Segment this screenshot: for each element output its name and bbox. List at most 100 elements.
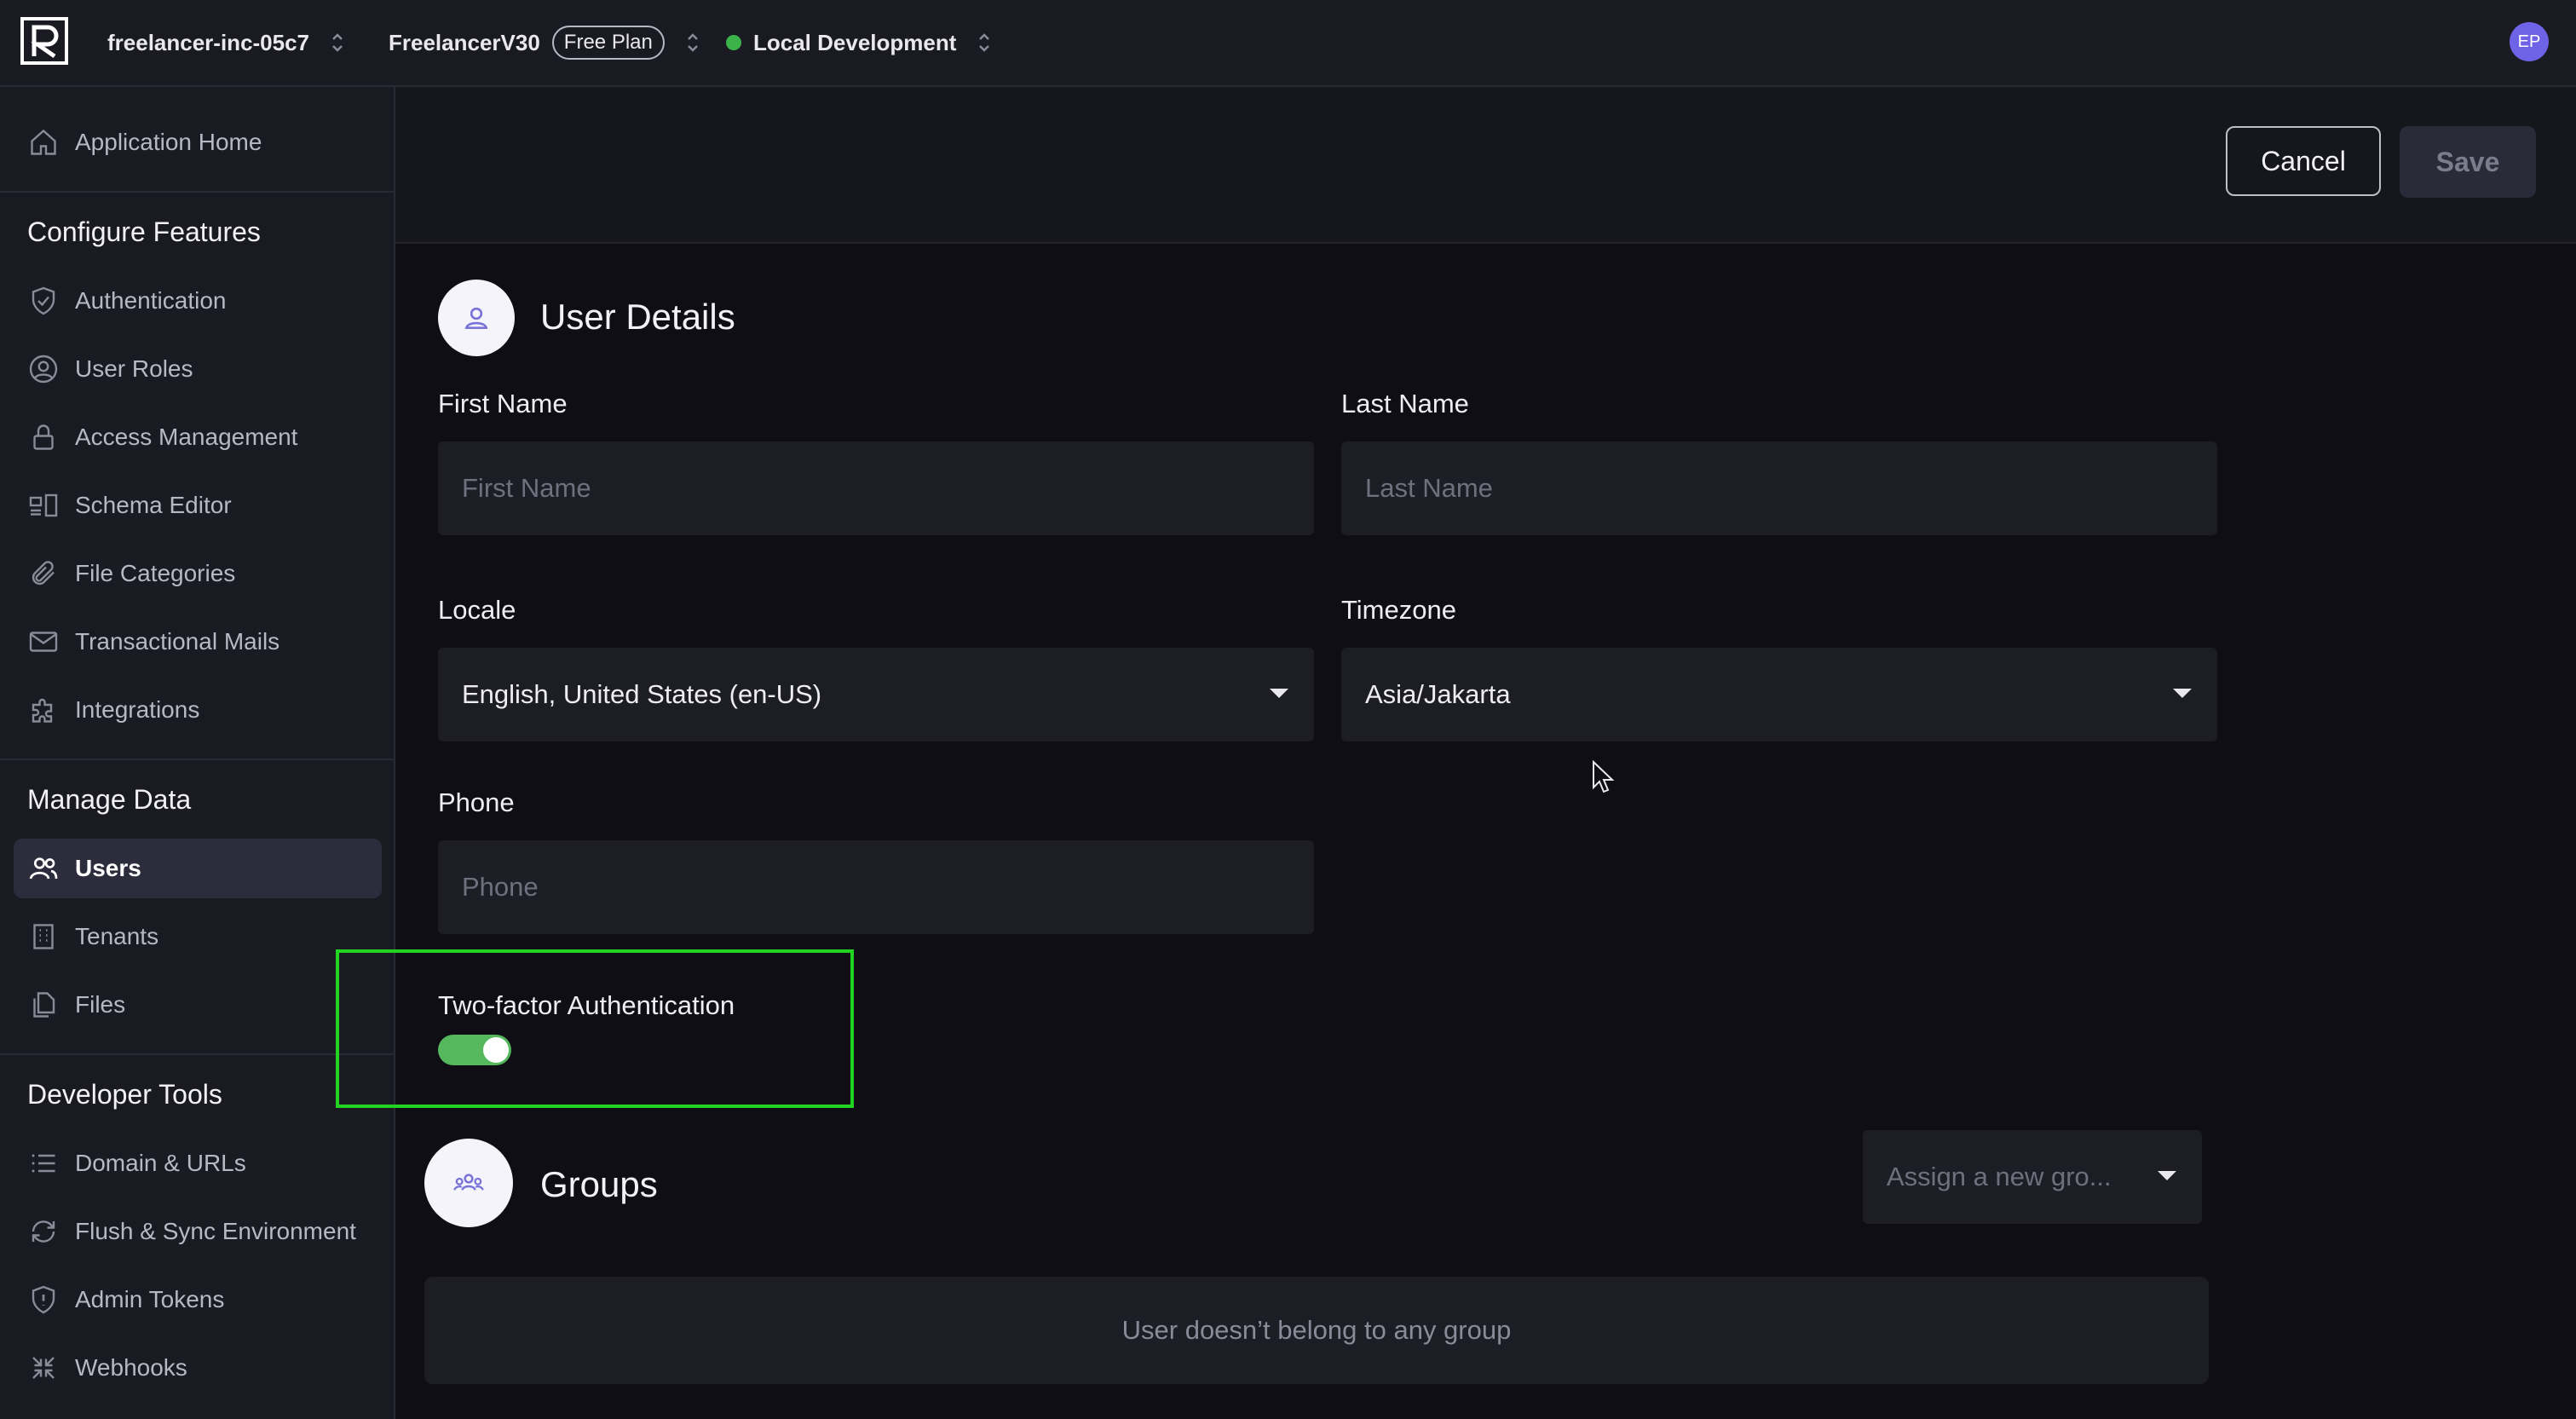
sidebar-item-admin-tokens[interactable]: Admin Tokens: [14, 1270, 382, 1330]
assign-group-select[interactable]: Assign a new gro...: [1863, 1130, 2202, 1224]
action-bar: Cancel Save: [395, 87, 2576, 244]
caret-down-icon: [2158, 1171, 2176, 1180]
sidebar-item-label: Tenants: [75, 923, 159, 949]
sidebar-item-schema-editor[interactable]: Schema Editor: [14, 476, 382, 535]
environment-switcher[interactable]: Local Development: [726, 0, 992, 85]
lock-icon: [27, 421, 60, 453]
sidebar-item-tenants[interactable]: Tenants: [14, 907, 382, 966]
two-factor-toggle[interactable]: [438, 1035, 511, 1065]
sidebar-item-user-roles[interactable]: User Roles: [14, 339, 382, 399]
shield-icon: [27, 1283, 60, 1316]
sidebar-divider: [0, 759, 394, 760]
save-button[interactable]: Save: [2400, 126, 2536, 198]
building-icon: [27, 920, 60, 953]
refresh-icon: [27, 1215, 60, 1248]
sidebar: Application Home Configure Features Auth…: [0, 87, 395, 1419]
group-icon: [453, 1174, 484, 1191]
section-title-configure-features: Configure Features: [27, 216, 261, 247]
caret-down-icon: [2173, 689, 2192, 698]
groups-empty-state: User doesn’t belong to any group: [424, 1277, 2209, 1384]
files-icon: [27, 989, 60, 1021]
sidebar-divider: [0, 1053, 394, 1055]
timezone-label: Timezone: [1341, 595, 1456, 625]
puzzle-icon: [27, 694, 60, 726]
sidebar-item-label: Access Management: [75, 424, 298, 450]
sidebar-item-authentication[interactable]: Authentication: [14, 271, 382, 331]
sidebar-item-file-categories[interactable]: File Categories: [14, 544, 382, 603]
sidebar-item-transactional-mails[interactable]: Transactional Mails: [14, 612, 382, 672]
sidebar-item-users[interactable]: Users: [14, 839, 382, 898]
sidebar-item-label: Application Home: [75, 129, 262, 155]
chevron-updown-icon: [977, 30, 992, 55]
paperclip-icon: [27, 557, 60, 590]
section-title-manage-data: Manage Data: [27, 784, 192, 815]
sidebar-item-label: User Roles: [75, 355, 193, 382]
org-switcher[interactable]: freelancer-inc-05c7: [107, 0, 345, 85]
locale-value: English, United States (en-US): [462, 679, 822, 709]
sidebar-item-label: Integrations: [75, 696, 200, 723]
main-content: Cancel Save User Details First Name Firs…: [336, 87, 2576, 1419]
home-icon: [27, 126, 60, 159]
chevron-updown-icon: [330, 30, 345, 55]
timezone-value: Asia/Jakarta: [1365, 679, 1511, 709]
sidebar-item-access-management[interactable]: Access Management: [14, 407, 382, 467]
sidebar-divider: [0, 191, 394, 193]
phone-label: Phone: [438, 787, 515, 817]
shield-check-icon: [27, 285, 60, 317]
sidebar-item-label: Authentication: [75, 287, 227, 314]
sidebar-item-label: Transactional Mails: [75, 628, 280, 655]
sidebar-item-integrations[interactable]: Integrations: [14, 680, 382, 740]
section-title-developer-tools: Developer Tools: [27, 1079, 222, 1110]
plan-badge: Free Plan: [551, 26, 665, 60]
mouse-cursor-icon: [1593, 760, 1615, 793]
phone-field[interactable]: Phone: [438, 840, 1314, 934]
webhook-icon: [27, 1352, 60, 1384]
groups-avatar: [424, 1139, 513, 1227]
app-root: freelancer-inc-05c7 FreelancerV30 Free P…: [0, 0, 2576, 1419]
two-factor-label: Two-factor Authentication: [438, 990, 735, 1020]
sidebar-item-label: Webhooks: [75, 1354, 187, 1381]
sidebar-item-label: Domain & URLs: [75, 1150, 246, 1176]
first-name-label: First Name: [438, 389, 568, 418]
sidebar-item-label: Admin Tokens: [75, 1286, 225, 1312]
org-name: freelancer-inc-05c7: [107, 29, 310, 55]
list-icon: [27, 1147, 60, 1180]
sidebar-item-label: Flush & Sync Environment: [75, 1218, 356, 1244]
app-name: FreelancerV30: [389, 29, 540, 55]
sidebar-item-flush-sync[interactable]: Flush & Sync Environment: [14, 1202, 382, 1261]
locale-select[interactable]: English, United States (en-US): [438, 648, 1314, 741]
groups-title: Groups: [540, 1164, 658, 1204]
sidebar-item-label: Files: [75, 991, 126, 1018]
app-switcher[interactable]: FreelancerV30 Free Plan: [389, 0, 700, 85]
sidebar-item-label: Schema Editor: [75, 492, 232, 518]
caret-down-icon: [1270, 689, 1288, 698]
cancel-button[interactable]: Cancel: [2226, 126, 2381, 196]
sidebar-item-application-home[interactable]: Application Home: [14, 112, 382, 172]
highlight-box: [336, 949, 854, 1108]
sidebar-item-webhooks[interactable]: Webhooks: [14, 1338, 382, 1398]
app-logo[interactable]: [20, 17, 68, 65]
schema-icon: [27, 489, 60, 522]
sidebar-item-files[interactable]: Files: [14, 975, 382, 1035]
sidebar-item-domain-urls[interactable]: Domain & URLs: [14, 1133, 382, 1193]
top-bar: freelancer-inc-05c7 FreelancerV30 Free P…: [0, 0, 2576, 87]
user-circle-icon: [27, 353, 60, 385]
assign-group-placeholder: Assign a new gro...: [1887, 1162, 2112, 1191]
sidebar-item-label: File Categories: [75, 560, 236, 586]
toggle-knob: [483, 1037, 509, 1063]
mail-icon: [27, 626, 60, 658]
chevron-updown-icon: [685, 30, 700, 55]
user-details-avatar: [438, 280, 515, 356]
last-name-label: Last Name: [1341, 389, 1469, 418]
user-details-title: User Details: [540, 297, 735, 337]
users-icon: [27, 852, 60, 885]
last-name-field[interactable]: Last Name: [1341, 441, 2217, 535]
user-icon: [464, 307, 488, 329]
sidebar-item-label: Users: [75, 855, 141, 881]
environment-name: Local Development: [753, 29, 957, 55]
first-name-field[interactable]: First Name: [438, 441, 1314, 535]
environment-status-dot: [726, 35, 741, 50]
timezone-select[interactable]: Asia/Jakarta: [1341, 648, 2217, 741]
user-avatar[interactable]: EP: [2510, 22, 2549, 61]
locale-label: Locale: [438, 595, 516, 625]
